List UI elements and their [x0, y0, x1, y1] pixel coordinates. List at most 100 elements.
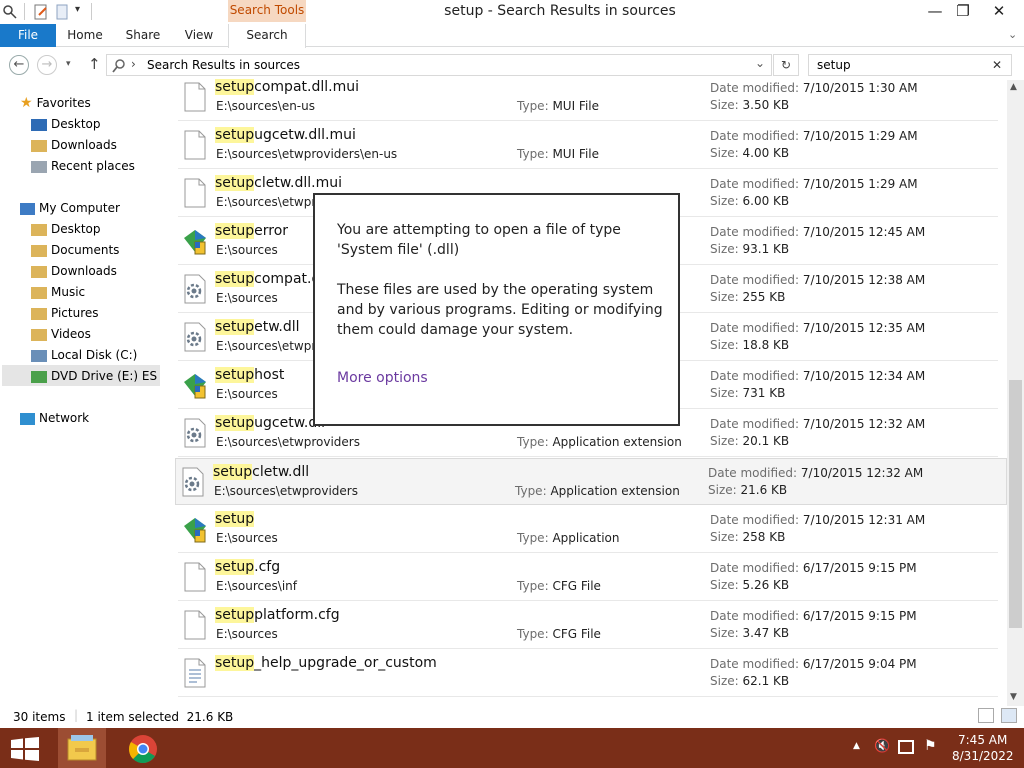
- nav-favorites[interactable]: ★ Favorites: [20, 93, 91, 113]
- file-size: Size: 255 KB: [710, 290, 785, 304]
- file-size: Size: 93.1 KB: [710, 242, 789, 256]
- scroll-down-icon[interactable]: ▼: [1010, 692, 1017, 702]
- desktop-icon: [31, 118, 47, 131]
- address-bar[interactable]: › Search Results in sources ⌄: [106, 54, 772, 76]
- file-size: Size: 3.47 KB: [710, 626, 789, 640]
- clock-time[interactable]: 7:45 AM: [958, 733, 1007, 747]
- nav-favorites-downloads[interactable]: Downloads: [31, 135, 117, 155]
- size-label: Size:: [710, 434, 739, 448]
- network-tray-icon[interactable]: [898, 740, 914, 754]
- up-button[interactable]: ↑: [88, 55, 101, 73]
- file-path: E:\sources\etwproviders: [214, 484, 358, 498]
- file-type-value: Application: [552, 531, 620, 545]
- large-icons-view-icon[interactable]: [1001, 708, 1017, 723]
- new-folder-icon[interactable]: [54, 4, 70, 20]
- type-label: Type:: [517, 579, 549, 593]
- file-name-rest: host: [254, 367, 285, 383]
- type-label: Type:: [517, 435, 549, 449]
- show-hidden-icons-button[interactable]: ▲: [853, 741, 860, 751]
- type-label: Type:: [517, 531, 549, 545]
- file-type-value: Application extension: [550, 484, 680, 498]
- qa-customize-icon[interactable]: ▾: [75, 4, 80, 15]
- back-button[interactable]: ←: [9, 55, 29, 75]
- file-date-value: 7/10/2015 12:34 AM: [802, 369, 926, 383]
- search-input-value[interactable]: setup: [817, 58, 851, 72]
- nav-documents[interactable]: Documents: [31, 240, 119, 260]
- nav-desktop[interactable]: Desktop: [31, 219, 101, 239]
- tab-share[interactable]: Share: [118, 24, 168, 47]
- file-size-value: 731 KB: [742, 386, 786, 400]
- file-row[interactable]: setupugcetw.dll.mui E:\sources\etwprovide…: [178, 122, 998, 169]
- nav-pictures[interactable]: Pictures: [31, 303, 99, 323]
- more-options-link[interactable]: More options: [337, 370, 428, 386]
- downloads-icon: [31, 139, 47, 152]
- file-type-value: Application extension: [552, 435, 682, 449]
- nav-downloads[interactable]: Downloads: [31, 261, 117, 281]
- details-view-icon[interactable]: [978, 708, 994, 723]
- file-size-value: 258 KB: [742, 530, 786, 544]
- refresh-button[interactable]: ↻: [773, 54, 799, 76]
- search-clear-button[interactable]: ✕: [992, 58, 1002, 72]
- nav-network[interactable]: Network: [20, 408, 89, 428]
- recent-places-icon: [31, 160, 47, 173]
- breadcrumb-separator[interactable]: ›: [131, 57, 136, 71]
- file-size-value: 62.1 KB: [742, 674, 790, 688]
- chrome-icon[interactable]: [128, 734, 158, 764]
- type-label: Type:: [515, 484, 547, 498]
- file-date: Date modified: 7/10/2015 1:30 AM: [710, 81, 918, 95]
- recent-locations-icon[interactable]: ▾: [66, 59, 71, 69]
- file-name: setupcompat.d: [215, 271, 320, 287]
- expand-ribbon-icon[interactable]: ⌄: [1008, 28, 1017, 41]
- properties-icon[interactable]: [2, 4, 18, 20]
- taskbar: ▲ 🔇 ⚑ 7:45 AM 8/31/2022: [0, 728, 1024, 768]
- nav-videos[interactable]: Videos: [31, 324, 91, 344]
- file-row[interactable]: setupcletw.dll E:\sources\etwproviders Typ…: [175, 458, 1007, 505]
- tab-search[interactable]: Search: [228, 24, 306, 47]
- file-date-value: 6/17/2015 9:15 PM: [802, 609, 917, 623]
- selection-info: 1 item selected 21.6 KB: [86, 710, 234, 724]
- nav-dvd-drive[interactable]: DVD Drive (E:) ESD-IS: [31, 366, 158, 386]
- nav-label: Downloads: [51, 264, 117, 278]
- file-row[interactable]: setup_help_upgrade_or_custom Date modifie…: [178, 650, 998, 697]
- file-path: E:\sources: [216, 531, 278, 545]
- scrollbar-thumb[interactable]: [1009, 380, 1022, 628]
- file-row[interactable]: setupplatform.cfg E:\sources Type: CFG Fil…: [178, 602, 998, 649]
- tab-home[interactable]: Home: [62, 24, 108, 47]
- date-label: Date modified:: [710, 561, 800, 575]
- tab-view[interactable]: View: [176, 24, 222, 47]
- folder-icon: [31, 244, 47, 257]
- file-path: E:\sources: [216, 627, 278, 641]
- file-name-rest: _help_upgrade_or_custom: [254, 655, 437, 671]
- scroll-up-icon[interactable]: ▲: [1010, 82, 1017, 92]
- taskbar-explorer-button[interactable]: [58, 728, 106, 768]
- file-date: Date modified: 7/10/2015 12:45 AM: [710, 225, 925, 239]
- file-date: Date modified: 7/10/2015 12:32 AM: [710, 417, 925, 431]
- file-name: setup.cfg: [215, 559, 280, 575]
- star-icon: ★: [20, 95, 33, 111]
- start-button-windows-icon[interactable]: [11, 737, 39, 761]
- file-row[interactable]: setup.cfg E:\sources\inf Type: CFG File Dat…: [178, 554, 998, 601]
- action-center-icon[interactable]: ⚑: [924, 738, 937, 754]
- nav-local-disk[interactable]: Local Disk (C:): [31, 345, 137, 365]
- nav-music[interactable]: Music: [31, 282, 85, 302]
- clock-date[interactable]: 8/31/2022: [952, 749, 1014, 763]
- file-row[interactable]: setupcompat.dll.mui E:\sources\en-us Type:…: [178, 74, 998, 121]
- nav-favorites-desktop[interactable]: Desktop: [31, 114, 101, 134]
- volume-muted-icon[interactable]: 🔇: [874, 739, 890, 755]
- file-size: Size: 731 KB: [710, 386, 785, 400]
- nav-favorites-recent[interactable]: Recent places: [31, 156, 135, 176]
- search-input[interactable]: setup ✕: [808, 54, 1012, 76]
- tab-file[interactable]: File: [0, 24, 56, 47]
- document-file-icon: [182, 562, 208, 592]
- close-button[interactable]: ✕: [982, 0, 1016, 24]
- file-row[interactable]: setup E:\sources Type: Application Date mod…: [178, 506, 998, 553]
- search-match-highlight: setup: [215, 175, 255, 191]
- address-dropdown-icon[interactable]: ⌄: [755, 56, 765, 70]
- restore-button[interactable]: ❐: [946, 0, 980, 24]
- size-label: Size:: [710, 290, 739, 304]
- forward-button[interactable]: →: [37, 55, 57, 75]
- new-document-icon[interactable]: [33, 4, 49, 20]
- file-size-value: 18.8 KB: [742, 338, 790, 352]
- breadcrumb[interactable]: Search Results in sources: [147, 58, 300, 72]
- nav-my-computer[interactable]: My Computer: [20, 198, 120, 218]
